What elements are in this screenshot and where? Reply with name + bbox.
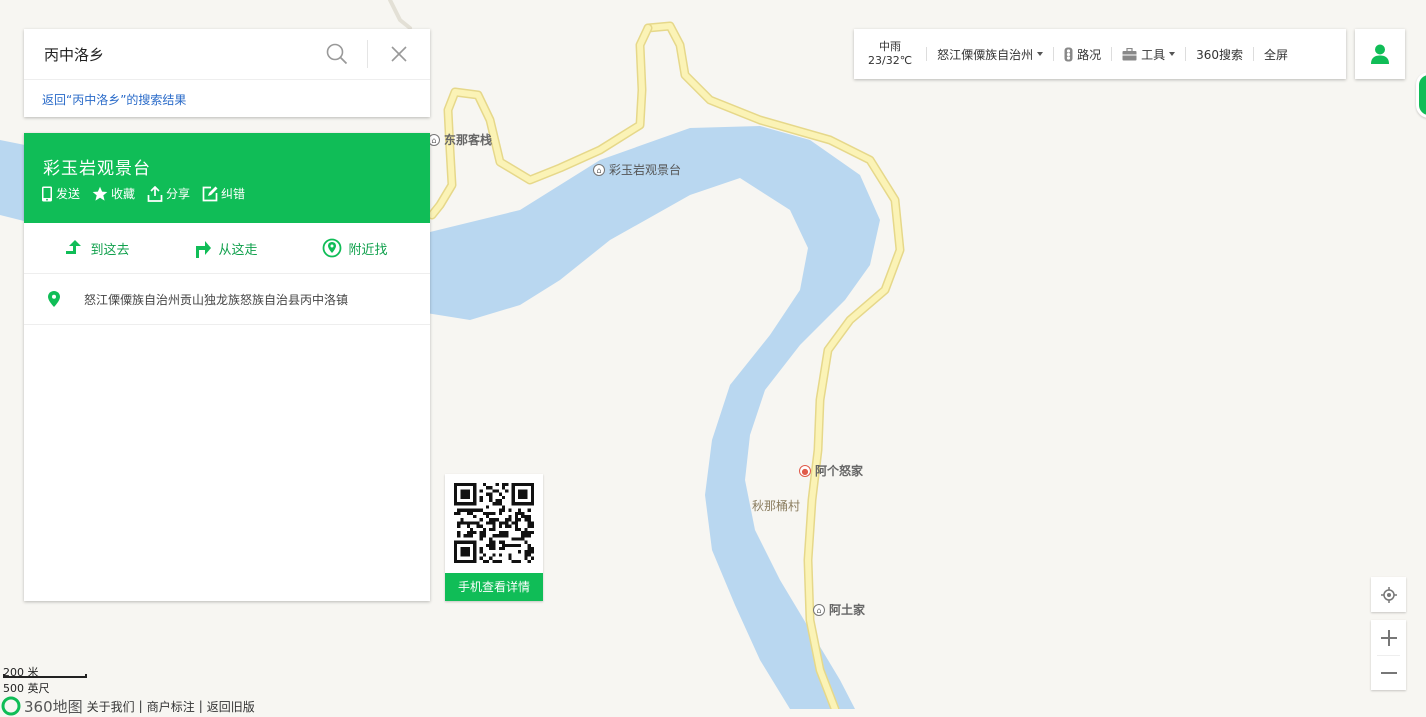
qr-card: 手机查看详情 [445, 474, 543, 601]
result-header: 彩玉岩观景台 发送 收藏 分享 纠错 [24, 133, 430, 223]
favorite-button[interactable]: 收藏 [92, 185, 135, 202]
poi-label: 阿个怒家 [815, 464, 864, 478]
send-button[interactable]: 发送 [41, 185, 80, 202]
zoom-in-button[interactable] [1371, 620, 1406, 655]
poi-label: 阿土家 [829, 603, 866, 617]
weather-description: 中雨 [879, 40, 902, 53]
hotel-icon: ⌂ [813, 603, 825, 616]
route-options: 到这去 从这走 附近找 [24, 223, 430, 274]
location-pin-icon [48, 291, 60, 307]
close-button[interactable] [368, 29, 430, 79]
search360-link[interactable]: 360搜索 [1186, 46, 1253, 63]
place-title: 彩玉岩观景台 [43, 159, 151, 179]
search-nearby-button[interactable]: 附近找 [322, 238, 388, 258]
result-panel: 彩玉岩观景台 发送 收藏 分享 纠错 到这去 从这走 附近找 怒江傈僳族自治州贡… [24, 133, 430, 601]
logo-icon [1, 696, 21, 716]
locate-me-button[interactable] [1371, 577, 1406, 612]
brand-logo: 360地图 [0, 695, 83, 717]
merchant-mark-link[interactable]: 商户标注 [147, 698, 195, 715]
about-us-link[interactable]: 关于我们 [87, 698, 135, 715]
route-from-here-button[interactable]: 从这走 [194, 238, 258, 258]
qr-code [454, 483, 534, 563]
scale-imperial: 500 英尺 [3, 682, 50, 695]
share-icon [147, 185, 163, 202]
poi-dongna-inn[interactable]: ⌂ 东那客栈 [428, 131, 492, 148]
place-actions: 发送 收藏 分享 纠错 [41, 185, 245, 202]
back-to-results-link[interactable]: 返回“丙中洛乡”的搜索结果 [42, 91, 186, 108]
search-input[interactable] [24, 44, 307, 64]
turn-right-arrow-icon [196, 241, 212, 258]
place-address: 怒江傈僳族自治州贡山独龙族怒族自治县丙中洛镇 [84, 292, 349, 307]
map-toolbar: 中雨 23/32℃ 怒江傈僳族自治州 路况 工具 360搜索 全屏 [854, 29, 1346, 79]
report-error-button[interactable]: 纠错 [202, 185, 245, 202]
side-panel-toggle[interactable] [1416, 72, 1426, 118]
search-button[interactable] [307, 29, 367, 79]
zoom-out-button[interactable] [1371, 656, 1406, 690]
poi-label: 东那客栈 [444, 133, 493, 147]
search-card: 返回“丙中洛乡”的搜索结果 [24, 29, 430, 117]
old-version-link[interactable]: 返回旧版 [207, 698, 255, 715]
toolbox-icon [1122, 47, 1137, 60]
search-row [24, 29, 430, 80]
footer: 360地图 关于我们 | 商户标注 | 返回旧版 [0, 695, 255, 717]
tools-menu[interactable]: 工具 [1112, 46, 1185, 63]
scale-bar [3, 674, 87, 678]
star-icon [92, 186, 108, 201]
view-on-phone-button[interactable]: 手机查看详情 [445, 573, 543, 601]
weather-widget[interactable]: 中雨 23/32℃ [854, 40, 926, 68]
scenic-icon: ⌂ [593, 163, 605, 176]
poi-atujia[interactable]: ⌂ 阿土家 [813, 601, 865, 618]
poi-agenujia[interactable]: ● 阿个怒家 [799, 462, 863, 479]
weather-temperature: 23/32℃ [868, 54, 913, 67]
minus-icon [1380, 672, 1397, 674]
share-button[interactable]: 分享 [147, 185, 190, 202]
poi-caiyuyan[interactable]: ⌂ 彩玉岩观景台 [593, 161, 681, 178]
location-circle-icon [323, 238, 342, 258]
address-row: 怒江傈僳族自治州贡山独龙族怒族自治县丙中洛镇 [24, 274, 430, 325]
chevron-down-icon [1037, 52, 1044, 56]
region-selector[interactable]: 怒江傈僳族自治州 [927, 46, 1053, 63]
zoom-control [1371, 620, 1406, 690]
traffic-light-icon [1064, 47, 1073, 61]
fullscreen-button[interactable]: 全屏 [1254, 46, 1298, 63]
plus-icon [1380, 629, 1397, 646]
close-icon [391, 46, 407, 62]
village-qiunatong: 秋那桶村 [752, 499, 801, 513]
chevron-down-icon [1169, 52, 1176, 56]
route-to-here-button[interactable]: 到这去 [66, 238, 130, 258]
traffic-button[interactable]: 路况 [1054, 46, 1111, 63]
turn-left-arrow-icon [66, 240, 82, 254]
edit-icon [202, 186, 218, 201]
phone-icon [42, 186, 52, 201]
locate-icon [1380, 586, 1397, 603]
user-icon [1371, 44, 1389, 64]
restaurant-icon: ● [799, 464, 811, 477]
poi-label: 彩玉岩观景台 [609, 163, 682, 177]
user-account-button[interactable] [1355, 29, 1405, 79]
search-icon [326, 43, 348, 65]
